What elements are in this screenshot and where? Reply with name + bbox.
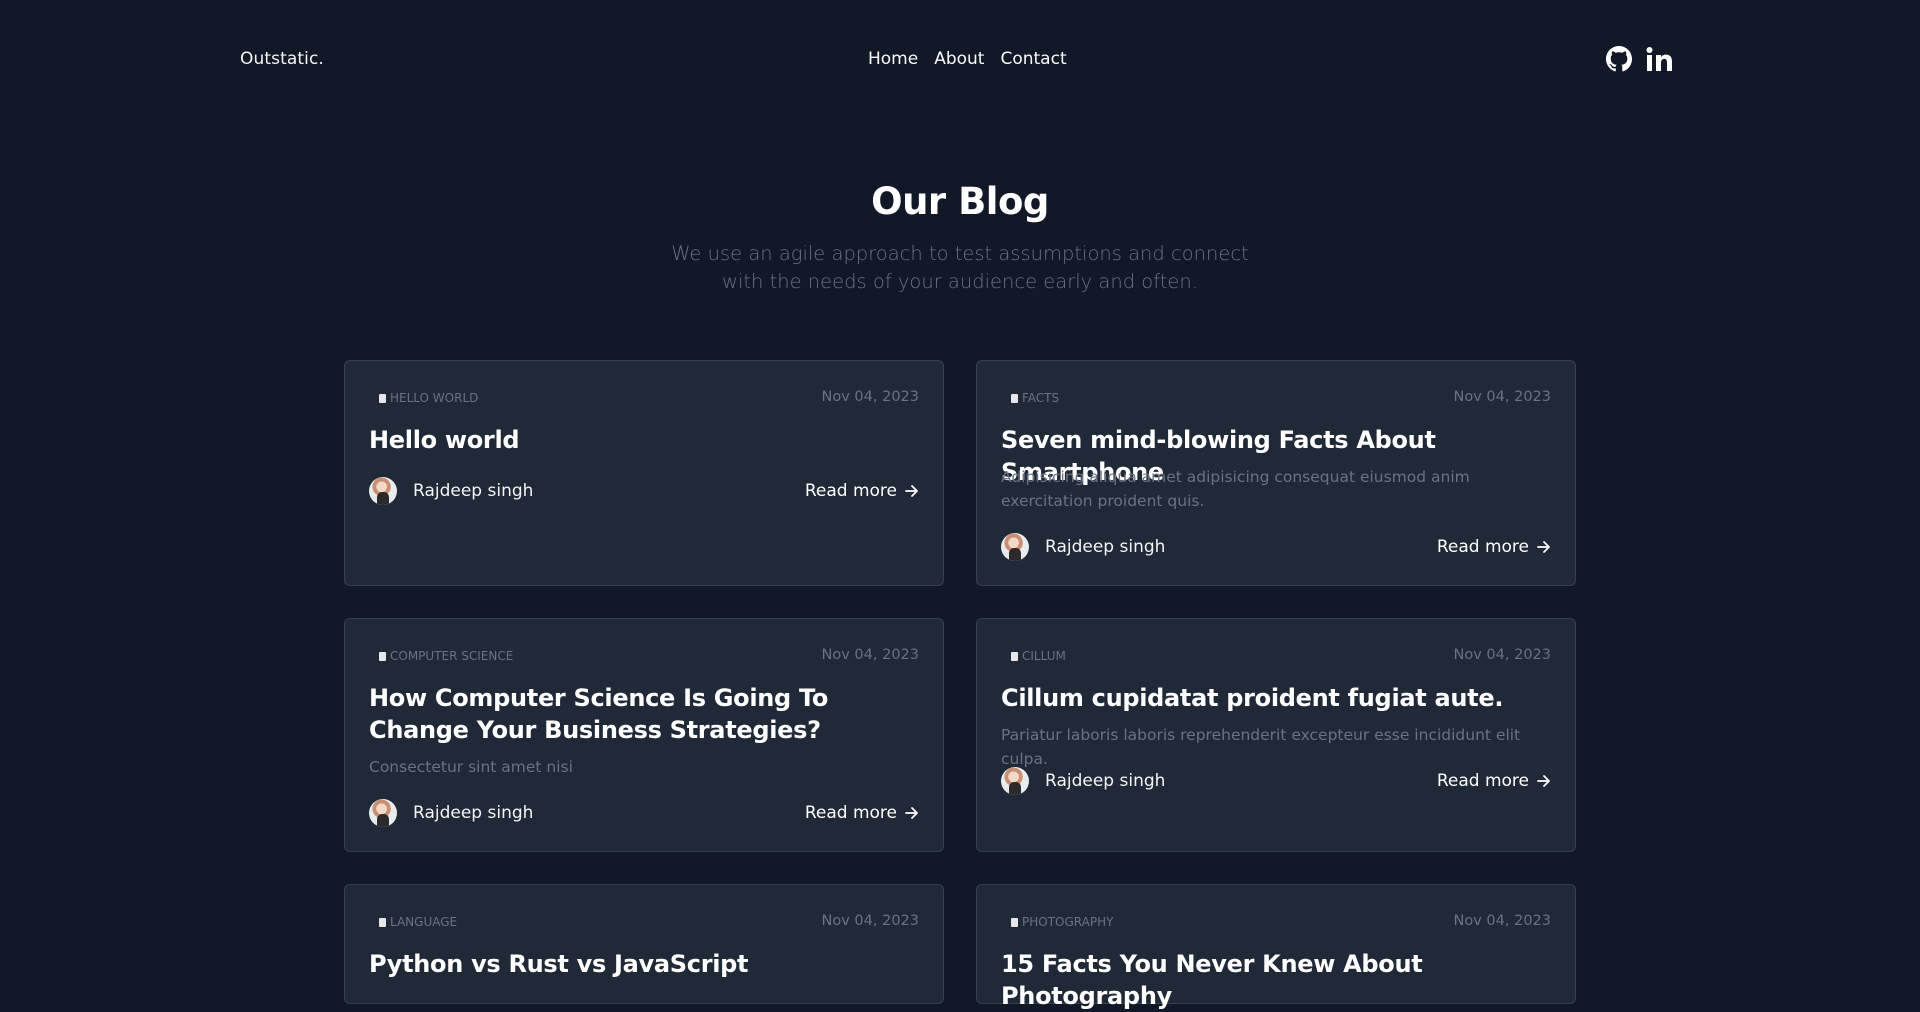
post-category-label: CILLUM [1022, 649, 1066, 663]
bookmark-icon [1011, 651, 1018, 661]
page-title: Our Blog [871, 180, 1049, 223]
post-title[interactable]: How Computer Science Is Going To Change … [369, 682, 919, 746]
author-name: Rajdeep singh [413, 803, 534, 823]
read-more-link[interactable]: Read more [1437, 537, 1551, 557]
post-title[interactable]: Hello world [369, 424, 919, 456]
top-navigation: Outstatic. Home About Contact [0, 0, 1920, 120]
post-category-label: COMPUTER SCIENCE [390, 649, 514, 663]
arrow-right-icon [1537, 775, 1550, 787]
post-excerpt: Consectetur sint amet nisi [369, 758, 573, 776]
read-more-link[interactable]: Read more [1437, 771, 1551, 791]
post-category: CILLUM [1011, 649, 1066, 663]
arrow-right-icon [905, 485, 918, 497]
author-name: Rajdeep singh [1045, 537, 1166, 557]
post-title[interactable]: Cillum cupidatat proident fugiat aute. [1001, 682, 1551, 714]
post-card[interactable]: FACTS Nov 04, 2023 Seven mind-blowing Fa… [976, 360, 1576, 586]
avatar [369, 799, 397, 827]
post-category: LANGUAGE [379, 915, 457, 929]
avatar [1001, 767, 1029, 795]
post-card[interactable]: HELLO WORLD Nov 04, 2023 Hello world Raj… [344, 360, 944, 586]
post-title[interactable]: Python vs Rust vs JavaScript [369, 948, 919, 980]
post-author: Rajdeep singh [1001, 533, 1165, 561]
post-excerpt: Pariatur laboris laboris reprehenderit e… [1001, 726, 1521, 768]
post-category-label: LANGUAGE [390, 915, 458, 929]
read-more-label: Read more [1436, 537, 1529, 557]
read-more-label: Read more [804, 481, 897, 501]
post-date: Nov 04, 2023 [1453, 389, 1551, 405]
nav-link-about[interactable]: About [934, 49, 984, 69]
post-date: Nov 04, 2023 [821, 389, 919, 405]
read-more-label: Read more [1436, 771, 1529, 791]
post-category-label: HELLO WORLD [390, 391, 479, 405]
social-links [1606, 46, 1674, 72]
post-category: FACTS [1011, 391, 1059, 405]
post-card[interactable]: LANGUAGE Nov 04, 2023 Python vs Rust vs … [344, 884, 944, 1004]
main-menu: Home About Contact [868, 49, 1067, 69]
page-subtitle: We use an agile approach to test assumpt… [671, 242, 1249, 293]
post-card[interactable]: CILLUM Nov 04, 2023 Cillum cupidatat pro… [976, 618, 1576, 852]
author-name: Rajdeep singh [1045, 771, 1166, 791]
bookmark-icon [1011, 917, 1018, 927]
post-date: Nov 04, 2023 [1453, 647, 1551, 663]
author-name: Rajdeep singh [413, 481, 534, 501]
bookmark-icon [379, 393, 386, 403]
nav-link-contact[interactable]: Contact [1000, 49, 1066, 69]
bookmark-icon [379, 651, 386, 661]
arrow-right-icon [905, 807, 918, 819]
avatar [1001, 533, 1029, 561]
bookmark-icon [1011, 393, 1018, 403]
post-author: Rajdeep singh [1001, 767, 1165, 795]
post-excerpt: Adipisicing aliqua amet adipisicing cons… [1001, 468, 1470, 510]
post-category-label: FACTS [1022, 391, 1060, 405]
arrow-right-icon [1537, 541, 1550, 553]
post-date: Nov 04, 2023 [1453, 913, 1551, 929]
post-author: Rajdeep singh [369, 477, 533, 505]
read-more-link[interactable]: Read more [805, 803, 919, 823]
avatar [369, 477, 397, 505]
post-card[interactable]: PHOTOGRAPHY Nov 04, 2023 15 Facts You Ne… [976, 884, 1576, 1010]
post-category: PHOTOGRAPHY [1011, 915, 1113, 929]
post-title[interactable]: 15 Facts You Never Knew About Photograph… [1001, 948, 1551, 1012]
post-category-label: PHOTOGRAPHY [1022, 915, 1114, 929]
read-more-link[interactable]: Read more [805, 481, 919, 501]
post-category: HELLO WORLD [379, 391, 478, 405]
post-author: Rajdeep singh [369, 799, 533, 827]
bookmark-icon [379, 917, 386, 927]
post-category: COMPUTER SCIENCE [379, 649, 513, 663]
post-date: Nov 04, 2023 [821, 913, 919, 929]
brand-logo[interactable]: Outstatic. [240, 49, 324, 69]
linkedin-icon[interactable] [1646, 46, 1674, 72]
nav-link-home[interactable]: Home [868, 49, 918, 69]
post-date: Nov 04, 2023 [821, 647, 919, 663]
read-more-label: Read more [804, 803, 897, 823]
post-card[interactable]: COMPUTER SCIENCE Nov 04, 2023 How Comput… [344, 618, 944, 852]
github-icon[interactable] [1606, 46, 1632, 72]
